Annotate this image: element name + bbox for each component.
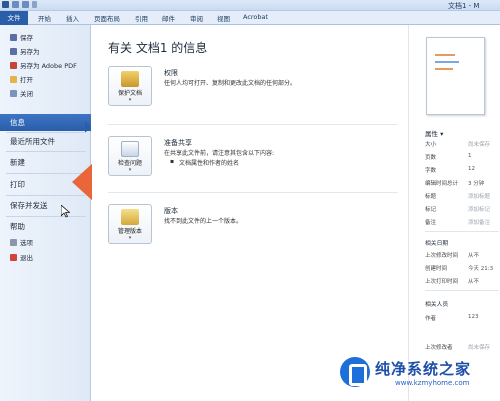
exit-command[interactable]: 退出 xyxy=(0,251,91,263)
permissions-description: 任何人均可打开、复制和更改此文档的任何部分。 xyxy=(164,80,297,87)
prepare-sharing-description: 在共享此文件前，请注意其包含以下内容: xyxy=(164,150,275,157)
save-as-pdf-label: 另存为 Adobe PDF xyxy=(20,62,77,70)
prepare-sharing-section: 检查问题 ▾ 准备共享 在共享此文件前，请注意其包含以下内容: ▪ 文档属性和作… xyxy=(108,136,398,184)
chevron-down-icon: ▾ xyxy=(128,167,132,173)
close-document-icon xyxy=(10,89,17,97)
info-panel: 有关 文档1 的信息 保护文档 ▾ 权限 任何人均可打开、复制和更改此文档的任何… xyxy=(92,25,408,401)
tab-mailings[interactable]: 邮件 xyxy=(162,13,175,23)
save-command[interactable]: 保存 xyxy=(0,31,91,43)
check-document-icon xyxy=(121,141,139,157)
related-people-title: 相关人员 xyxy=(425,302,449,308)
property-row: 大小 尚未保存 xyxy=(425,142,491,148)
open-label: 打开 xyxy=(20,76,33,84)
person-row: 上次修改者 尚未保存 xyxy=(425,345,491,351)
versions-description: 找不到此文件的上一个版本。 xyxy=(164,218,243,225)
date-row: 上次打印时间 从不 xyxy=(425,279,480,285)
protect-document-label: 保护文档 xyxy=(117,90,142,97)
properties-title[interactable]: 属性 ▾ xyxy=(425,128,443,138)
window-title: 文档1 - M xyxy=(448,2,480,10)
tab-references[interactable]: 引用 xyxy=(135,13,148,23)
permissions-section: 保护文档 ▾ 权限 任何人均可打开、复制和更改此文档的任何部分。 xyxy=(108,66,398,114)
tab-file[interactable]: 文件 xyxy=(0,11,28,25)
tab-insert[interactable]: 插入 xyxy=(66,13,79,23)
site-watermark: 纯净系统之家 www.kzmyhome.com xyxy=(335,352,500,401)
options-command[interactable]: 选项 xyxy=(0,236,91,248)
ribbon-tabs: 文件 开始 插入 页面布局 引用 邮件 审阅 视图 Acrobat xyxy=(0,11,500,25)
manage-versions-label: 管理版本 xyxy=(117,228,142,235)
tab-acrobat[interactable]: Acrobat xyxy=(243,13,268,21)
save-as-command[interactable]: 另存为 xyxy=(0,45,91,57)
versions-section: 管理版本 ▾ 版本 找不到此文件的上一个版本。 xyxy=(108,204,398,252)
property-row: 编辑时间总计 3 分钟 xyxy=(425,181,485,187)
save-icon xyxy=(10,33,17,41)
versions-title: 版本 xyxy=(164,207,178,215)
word-logo-icon xyxy=(2,1,9,8)
document-preview[interactable] xyxy=(426,37,485,115)
save-as-icon xyxy=(10,47,17,55)
property-row: 字数 12 xyxy=(425,166,475,174)
lock-icon xyxy=(121,71,139,87)
exit-label: 退出 xyxy=(20,254,33,262)
save-as-label: 另存为 xyxy=(20,48,40,56)
save-label: 保存 xyxy=(20,34,33,42)
divider xyxy=(108,124,398,125)
quick-save-icon[interactable] xyxy=(12,1,19,8)
redo-icon[interactable] xyxy=(32,1,37,8)
chevron-down-icon: ▾ xyxy=(128,97,132,103)
property-row[interactable]: 标记 添加标记 xyxy=(425,205,500,213)
options-label: 选项 xyxy=(20,239,33,247)
page-title: 有关 文档1 的信息 xyxy=(108,41,208,55)
pdf-icon xyxy=(10,61,17,69)
exit-icon xyxy=(10,253,17,261)
chevron-down-icon: ▾ xyxy=(128,235,132,241)
date-row: 创建时间 今天 21:3 xyxy=(425,266,494,272)
prepare-sharing-bullet: 文档属性和作者的姓名 xyxy=(179,160,240,167)
options-icon xyxy=(10,238,17,246)
open-folder-icon xyxy=(10,75,17,83)
divider xyxy=(6,151,86,152)
section-info[interactable]: 信息 xyxy=(0,114,91,133)
properties-pane: 属性 ▾ 大小 尚未保存 页数 1 字数 12 编辑时间总计 3 分钟 标题 添加标题 标… xyxy=(408,25,500,401)
section-info-label: 信息 xyxy=(10,118,25,127)
tab-home[interactable]: 开始 xyxy=(38,13,51,23)
mouse-pointer-icon xyxy=(61,205,70,218)
date-row: 上次修改时间 从不 xyxy=(425,253,480,259)
tab-review[interactable]: 审阅 xyxy=(190,13,203,23)
bullet-icon: ▪ xyxy=(170,158,175,165)
quick-access-toolbar xyxy=(2,1,37,8)
divider xyxy=(108,192,398,193)
check-issues-label: 检查问题 xyxy=(117,160,142,167)
versions-icon xyxy=(121,209,139,225)
divider xyxy=(6,216,86,217)
section-recent[interactable]: 最近所用文件 xyxy=(0,133,91,150)
section-help[interactable]: 帮助 xyxy=(0,218,91,235)
tab-view[interactable]: 视图 xyxy=(217,13,230,23)
undo-icon[interactable] xyxy=(22,1,29,8)
tab-page-layout[interactable]: 页面布局 xyxy=(94,13,120,23)
close-command[interactable]: 关闭 xyxy=(0,87,91,99)
property-row[interactable]: 标题 添加标题 xyxy=(425,192,500,200)
close-label: 关闭 xyxy=(20,90,33,98)
property-row[interactable]: 备注 添加备注 xyxy=(425,218,500,226)
protect-document-button[interactable]: 保护文档 ▾ xyxy=(108,66,152,106)
watermark-name: 纯净系统之家 xyxy=(375,360,472,378)
property-row: 页数 1 xyxy=(425,153,472,161)
manage-versions-button[interactable]: 管理版本 ▾ xyxy=(108,204,152,244)
person-row: 作者 123 xyxy=(425,314,479,322)
watermark-url: www.kzmyhome.com xyxy=(395,379,470,387)
open-command[interactable]: 打开 xyxy=(0,73,91,85)
related-dates-title: 相关日期 xyxy=(425,241,449,247)
title-bar: 文档1 - M xyxy=(0,0,500,11)
divider xyxy=(425,231,499,232)
check-issues-button[interactable]: 检查问题 ▾ xyxy=(108,136,152,176)
save-as-pdf-command[interactable]: 另存为 Adobe PDF xyxy=(0,59,91,71)
permissions-title: 权限 xyxy=(164,69,178,77)
watermark-logo-icon xyxy=(340,357,370,387)
backstage-nav: 保存 另存为 另存为 Adobe PDF 打开 关闭 信息 最近所用文件 新建 … xyxy=(0,25,91,401)
divider xyxy=(425,290,499,291)
prepare-sharing-title: 准备共享 xyxy=(164,139,192,147)
